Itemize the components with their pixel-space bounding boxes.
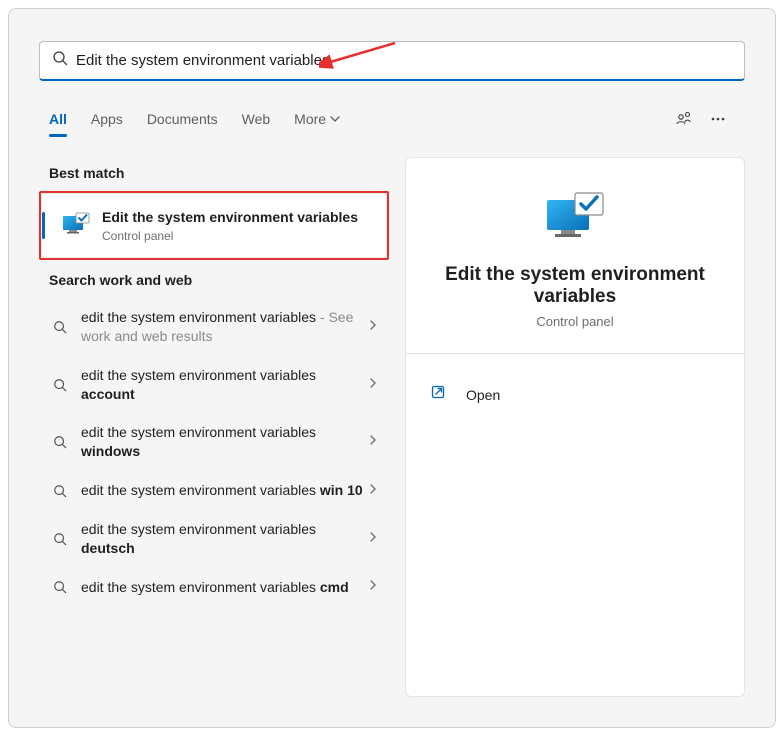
detail-title: Edit the system environment variables — [430, 264, 720, 308]
search-icon — [49, 378, 71, 392]
web-result-text: edit the system environment variables de… — [81, 520, 367, 558]
open-external-icon — [430, 384, 452, 405]
tab-all[interactable]: All — [49, 105, 67, 133]
detail-subtitle: Control panel — [430, 314, 720, 329]
org-search-icon[interactable] — [667, 110, 701, 128]
details-pane: Edit the system environment variables Co… — [405, 157, 745, 697]
chevron-right-icon — [367, 530, 379, 548]
web-result-text: edit the system environment variables cm… — [81, 578, 367, 597]
search-icon — [52, 50, 68, 71]
tab-apps[interactable]: Apps — [91, 105, 123, 133]
annotation-highlight-box: Edit the system environment variables Co… — [39, 191, 389, 260]
search-value: Edit the system environment variables — [76, 52, 732, 69]
best-match-subtitle: Control panel — [102, 229, 358, 243]
web-result-item[interactable]: edit the system environment variables de… — [39, 510, 389, 568]
search-icon — [49, 320, 71, 334]
best-match-title: Edit the system environment variables — [102, 208, 358, 227]
web-section-header: Search work and web — [49, 272, 379, 288]
web-result-item[interactable]: edit the system environment variables wi… — [39, 471, 389, 510]
web-result-text: edit the system environment variables ac… — [81, 366, 367, 404]
open-label: Open — [466, 387, 500, 403]
web-result-item[interactable]: edit the system environment variables - … — [39, 298, 389, 356]
filter-tabs: All Apps Documents Web More — [49, 101, 735, 137]
search-input[interactable]: Edit the system environment variables — [39, 41, 745, 81]
search-icon — [49, 532, 71, 546]
divider — [406, 353, 744, 354]
open-action[interactable]: Open — [430, 378, 720, 411]
web-result-text: edit the system environment variables wi… — [81, 481, 367, 500]
chevron-right-icon — [367, 482, 379, 500]
tab-more[interactable]: More — [294, 105, 340, 133]
web-result-item[interactable]: edit the system environment variables cm… — [39, 568, 389, 607]
search-icon — [49, 580, 71, 594]
chevron-right-icon — [367, 433, 379, 451]
tab-web[interactable]: Web — [242, 105, 271, 133]
web-result-item[interactable]: edit the system environment variables ac… — [39, 356, 389, 414]
chevron-down-icon — [330, 111, 340, 127]
search-icon — [49, 484, 71, 498]
best-match-result[interactable]: Edit the system environment variables Co… — [41, 193, 387, 258]
chevron-right-icon — [367, 578, 379, 596]
best-match-header: Best match — [49, 165, 379, 181]
chevron-right-icon — [367, 318, 379, 336]
detail-app-icon — [430, 190, 720, 246]
more-options-icon[interactable] — [701, 110, 735, 128]
search-icon — [49, 435, 71, 449]
results-left-pane: Best match — [39, 157, 389, 697]
monitor-check-icon — [62, 211, 90, 239]
chevron-right-icon — [367, 376, 379, 394]
web-result-item[interactable]: edit the system environment variables wi… — [39, 413, 389, 471]
web-result-text: edit the system environment variables - … — [81, 308, 367, 346]
web-result-text: edit the system environment variables wi… — [81, 423, 367, 461]
web-results-list: edit the system environment variables - … — [39, 298, 389, 607]
tab-documents[interactable]: Documents — [147, 105, 218, 133]
